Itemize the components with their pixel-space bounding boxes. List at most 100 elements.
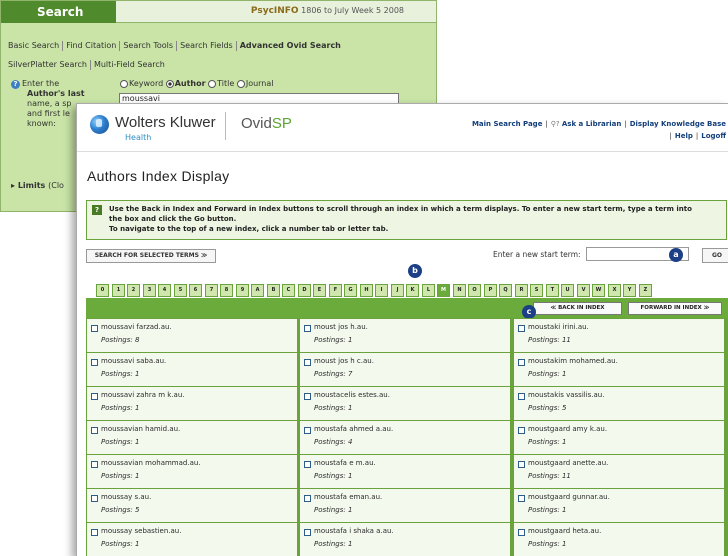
- index-tab-3[interactable]: 3: [143, 284, 156, 297]
- index-tab-9[interactable]: 9: [236, 284, 249, 297]
- index-tab-y[interactable]: Y: [623, 284, 636, 297]
- index-tab-4[interactable]: 4: [158, 284, 171, 297]
- author-term[interactable]: moust jos h c.au.: [314, 357, 374, 365]
- ask-librarian-link[interactable]: Ask a Librarian: [562, 120, 621, 128]
- index-tab-w[interactable]: W: [592, 284, 605, 297]
- tab-multi-field-search[interactable]: Multi-Field Search: [91, 60, 168, 70]
- term-checkbox[interactable]: [91, 325, 98, 332]
- term-checkbox[interactable]: [304, 359, 311, 366]
- main-search-page-link[interactable]: Main Search Page: [472, 120, 542, 128]
- author-term[interactable]: moussavi saba.au.: [101, 357, 166, 365]
- index-tab-f[interactable]: F: [329, 284, 342, 297]
- term-checkbox[interactable]: [304, 325, 311, 332]
- index-tab-v[interactable]: V: [577, 284, 590, 297]
- index-tab-t[interactable]: T: [546, 284, 559, 297]
- tab-search-tools[interactable]: Search Tools: [120, 41, 178, 51]
- term-checkbox[interactable]: [91, 461, 98, 468]
- author-term[interactable]: moustakis vassilis.au.: [528, 391, 604, 399]
- author-term[interactable]: moust jos h.au.: [314, 323, 368, 331]
- author-term[interactable]: moustaki irini.au.: [528, 323, 589, 331]
- index-tab-6[interactable]: 6: [189, 284, 202, 297]
- author-term[interactable]: moussay s.au.: [101, 493, 151, 501]
- index-tab-7[interactable]: 7: [205, 284, 218, 297]
- index-tab-k[interactable]: K: [406, 284, 419, 297]
- author-term[interactable]: moustgaard anette.au.: [528, 459, 608, 467]
- index-tab-z[interactable]: Z: [639, 284, 652, 297]
- term-checkbox[interactable]: [304, 495, 311, 502]
- tab-find-citation[interactable]: Find Citation: [63, 41, 121, 51]
- term-checkbox[interactable]: [91, 529, 98, 536]
- author-term[interactable]: moustafa e m.au.: [314, 459, 376, 467]
- index-tab-m[interactable]: M: [437, 284, 450, 297]
- author-term[interactable]: moustacelis estes.au.: [314, 391, 390, 399]
- limits-toggle[interactable]: ▸ Limits (Clo: [11, 181, 64, 190]
- index-tab-c[interactable]: C: [282, 284, 295, 297]
- index-tab-l[interactable]: L: [422, 284, 435, 297]
- index-tab-1[interactable]: 1: [112, 284, 125, 297]
- go-button[interactable]: GO: [702, 248, 728, 263]
- term-checkbox[interactable]: [518, 359, 525, 366]
- index-tab-a[interactable]: A: [251, 284, 264, 297]
- index-tab-d[interactable]: D: [298, 284, 311, 297]
- author-term[interactable]: moussavi farzad.au.: [101, 323, 172, 331]
- index-tab-0[interactable]: 0: [96, 284, 109, 297]
- term-checkbox[interactable]: [518, 529, 525, 536]
- term-checkbox[interactable]: [518, 427, 525, 434]
- author-term[interactable]: moussavian mohammad.au.: [101, 459, 201, 467]
- author-term[interactable]: moustgaard heta.au.: [528, 527, 601, 535]
- author-term[interactable]: moustgaard gunnar.au.: [528, 493, 610, 501]
- forward-in-index-button[interactable]: FORWARD IN INDEX ≫: [628, 302, 722, 315]
- term-checkbox[interactable]: [91, 359, 98, 366]
- index-tab-s[interactable]: S: [530, 284, 543, 297]
- term-checkbox[interactable]: [518, 325, 525, 332]
- author-term[interactable]: moussavi zahra m k.au.: [101, 391, 185, 399]
- author-term[interactable]: moustafa i shaka a.au.: [314, 527, 394, 535]
- author-term[interactable]: moustafa eman.au.: [314, 493, 382, 501]
- radio-journal[interactable]: [236, 79, 245, 88]
- display-knowledge-base-link[interactable]: Display Knowledge Base: [630, 120, 726, 128]
- index-tab-5[interactable]: 5: [174, 284, 187, 297]
- author-term[interactable]: moustakim mohamed.au.: [528, 357, 618, 365]
- tab-silverplatter-search[interactable]: SilverPlatter Search: [5, 60, 91, 70]
- index-tab-r[interactable]: R: [515, 284, 528, 297]
- term-checkbox[interactable]: [91, 393, 98, 400]
- index-tab-o[interactable]: O: [468, 284, 481, 297]
- index-tab-i[interactable]: I: [375, 284, 388, 297]
- term-checkbox[interactable]: [91, 427, 98, 434]
- radio-author[interactable]: [165, 79, 174, 88]
- index-tab-u[interactable]: U: [561, 284, 574, 297]
- author-term[interactable]: moustafa ahmed a.au.: [314, 425, 393, 433]
- help-link[interactable]: Help: [675, 132, 693, 140]
- index-tab-x[interactable]: X: [608, 284, 621, 297]
- term-checkbox[interactable]: [304, 393, 311, 400]
- index-tab-n[interactable]: N: [453, 284, 466, 297]
- search-tab-title[interactable]: Search: [1, 1, 116, 23]
- term-checkbox[interactable]: [518, 461, 525, 468]
- back-in-index-button[interactable]: ≪ BACK IN INDEX: [533, 302, 622, 315]
- index-tab-e[interactable]: E: [313, 284, 326, 297]
- tab-search-fields[interactable]: Search Fields: [177, 41, 237, 51]
- author-term[interactable]: moustgaard amy k.au.: [528, 425, 607, 433]
- term-checkbox[interactable]: [304, 427, 311, 434]
- author-term[interactable]: moussay sebastien.au.: [101, 527, 181, 535]
- term-checkbox[interactable]: [91, 495, 98, 502]
- index-tab-8[interactable]: 8: [220, 284, 233, 297]
- search-selected-terms-button[interactable]: SEARCH FOR SELECTED TERMS ≫: [86, 249, 216, 263]
- term-checkbox[interactable]: [518, 495, 525, 502]
- term-checkbox[interactable]: [518, 393, 525, 400]
- tab-basic-search[interactable]: Basic Search: [5, 41, 64, 51]
- tab-advanced-ovid-search[interactable]: Advanced Ovid Search: [237, 41, 344, 51]
- help-icon[interactable]: ?: [11, 80, 20, 89]
- radio-keyword[interactable]: [120, 79, 128, 88]
- logoff-link[interactable]: Logoff: [701, 132, 726, 140]
- radio-title[interactable]: [208, 79, 217, 88]
- index-tab-g[interactable]: G: [344, 284, 357, 297]
- term-checkbox[interactable]: [304, 529, 311, 536]
- index-tab-b[interactable]: B: [267, 284, 280, 297]
- index-tab-p[interactable]: P: [484, 284, 497, 297]
- index-tab-h[interactable]: H: [360, 284, 373, 297]
- term-checkbox[interactable]: [304, 461, 311, 468]
- index-tab-q[interactable]: Q: [499, 284, 512, 297]
- index-tab-2[interactable]: 2: [127, 284, 140, 297]
- author-term[interactable]: moussavian hamid.au.: [101, 425, 180, 433]
